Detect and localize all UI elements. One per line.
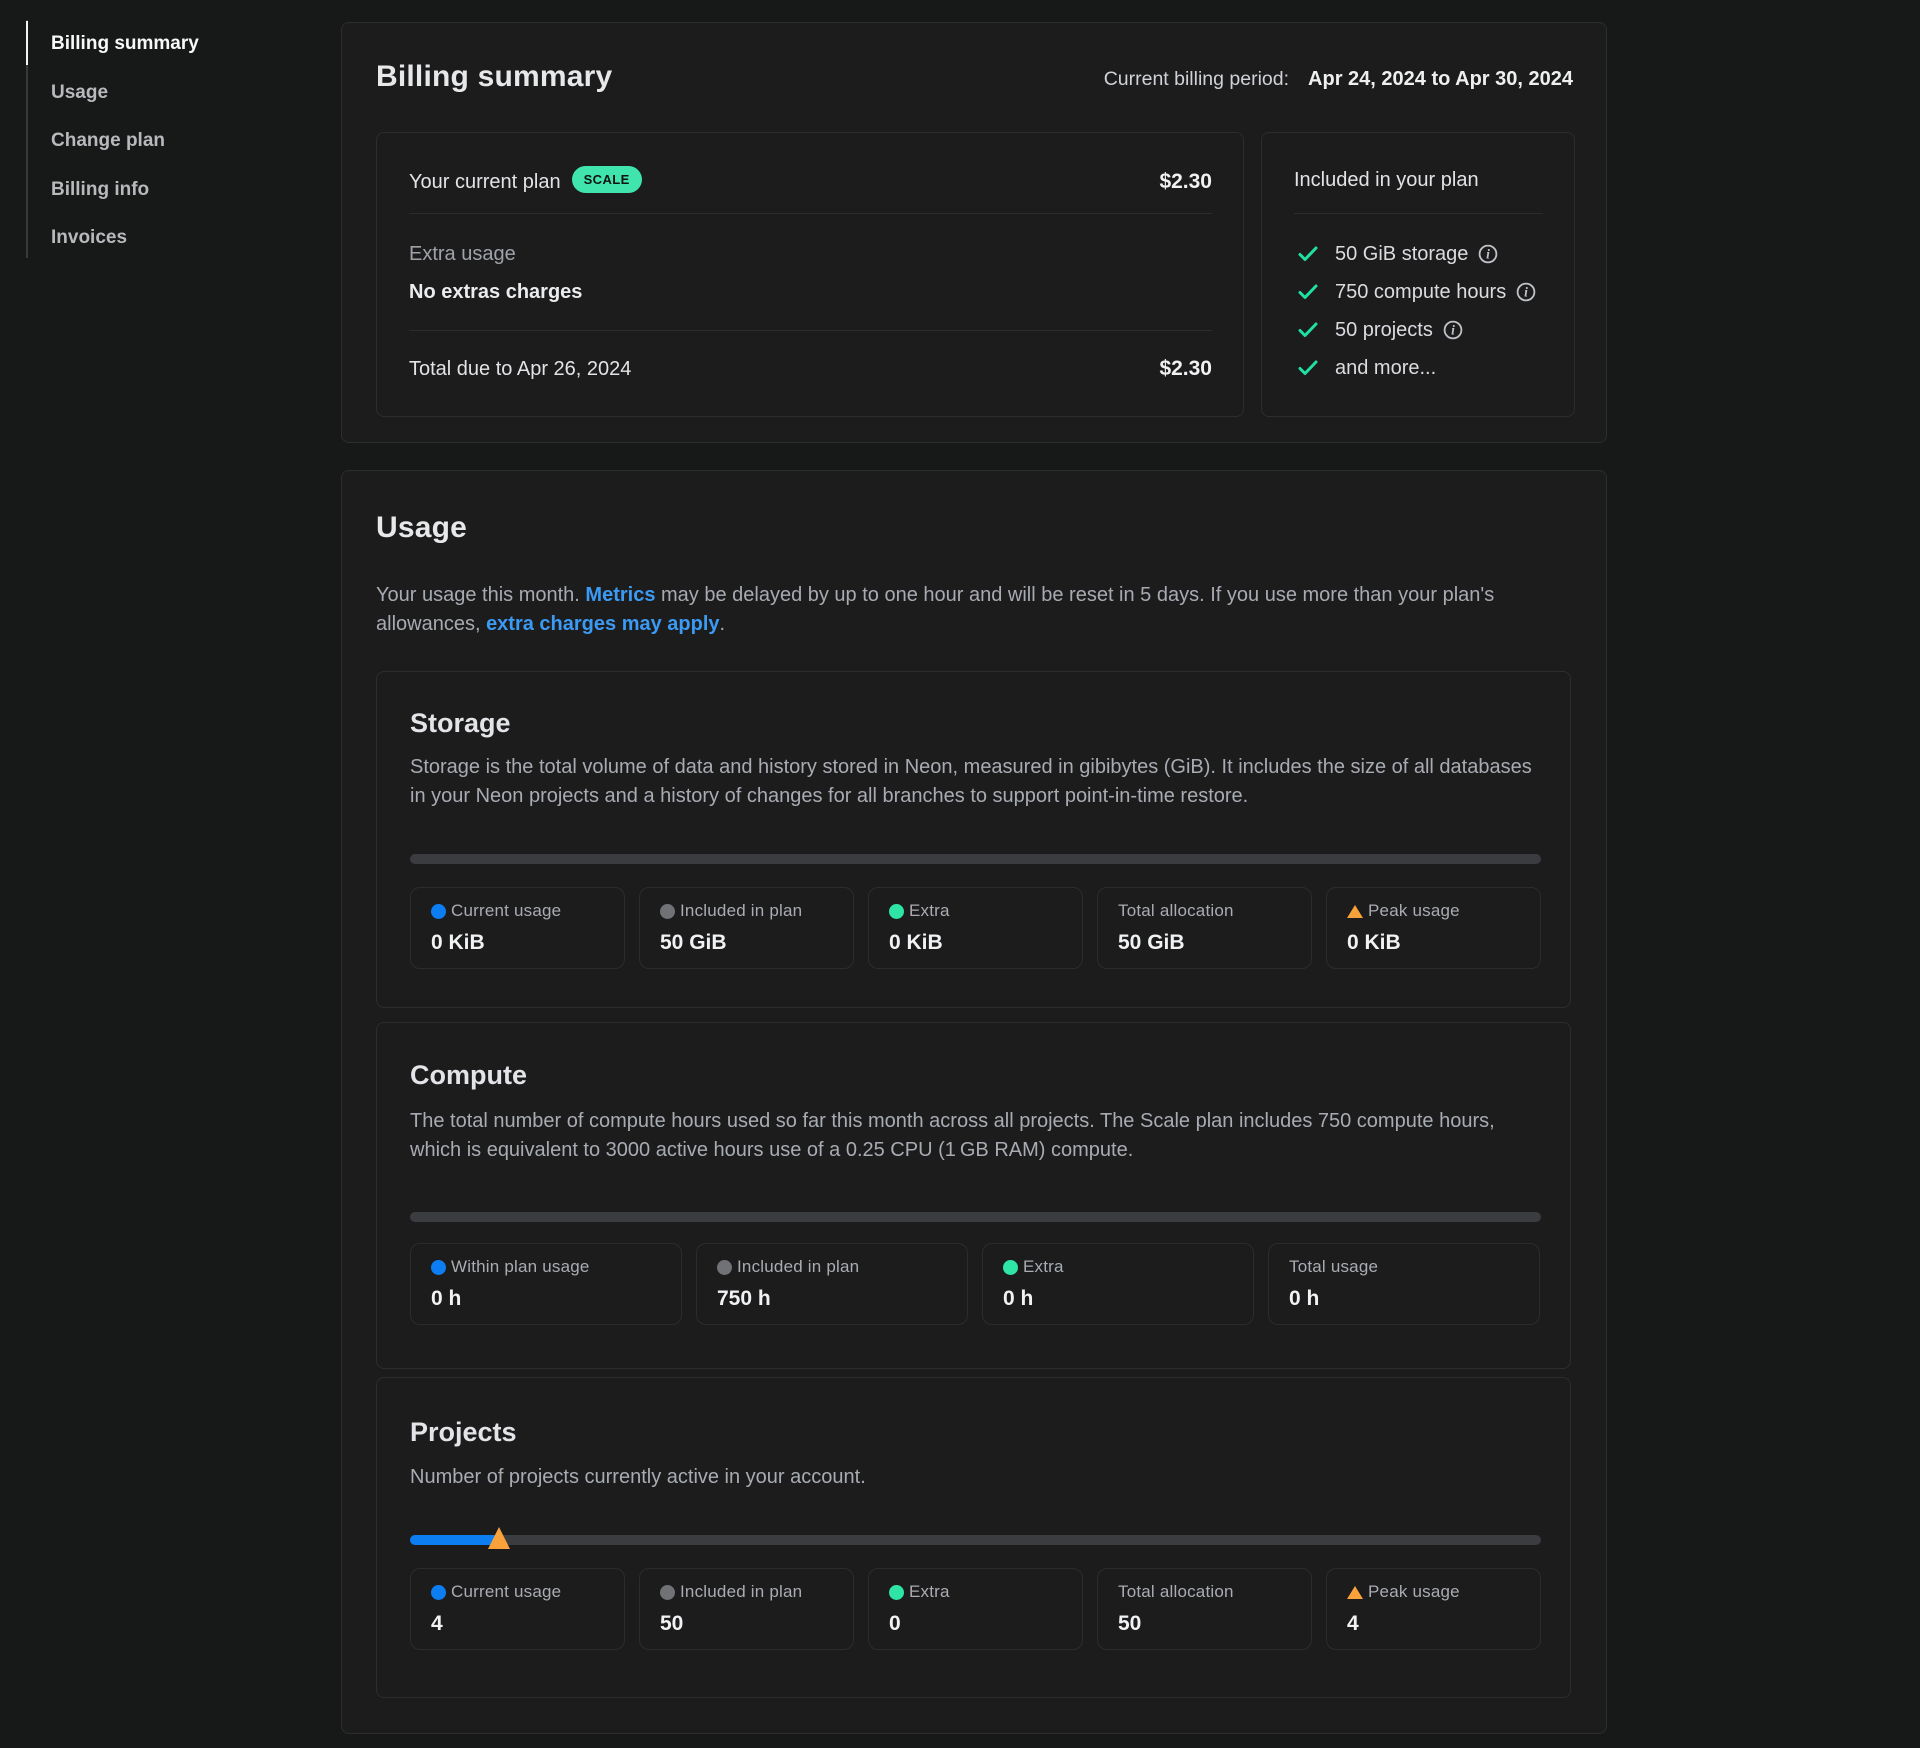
svg-text:i: i — [1451, 323, 1455, 338]
svg-text:i: i — [1487, 247, 1491, 262]
svg-text:i: i — [1524, 285, 1528, 300]
